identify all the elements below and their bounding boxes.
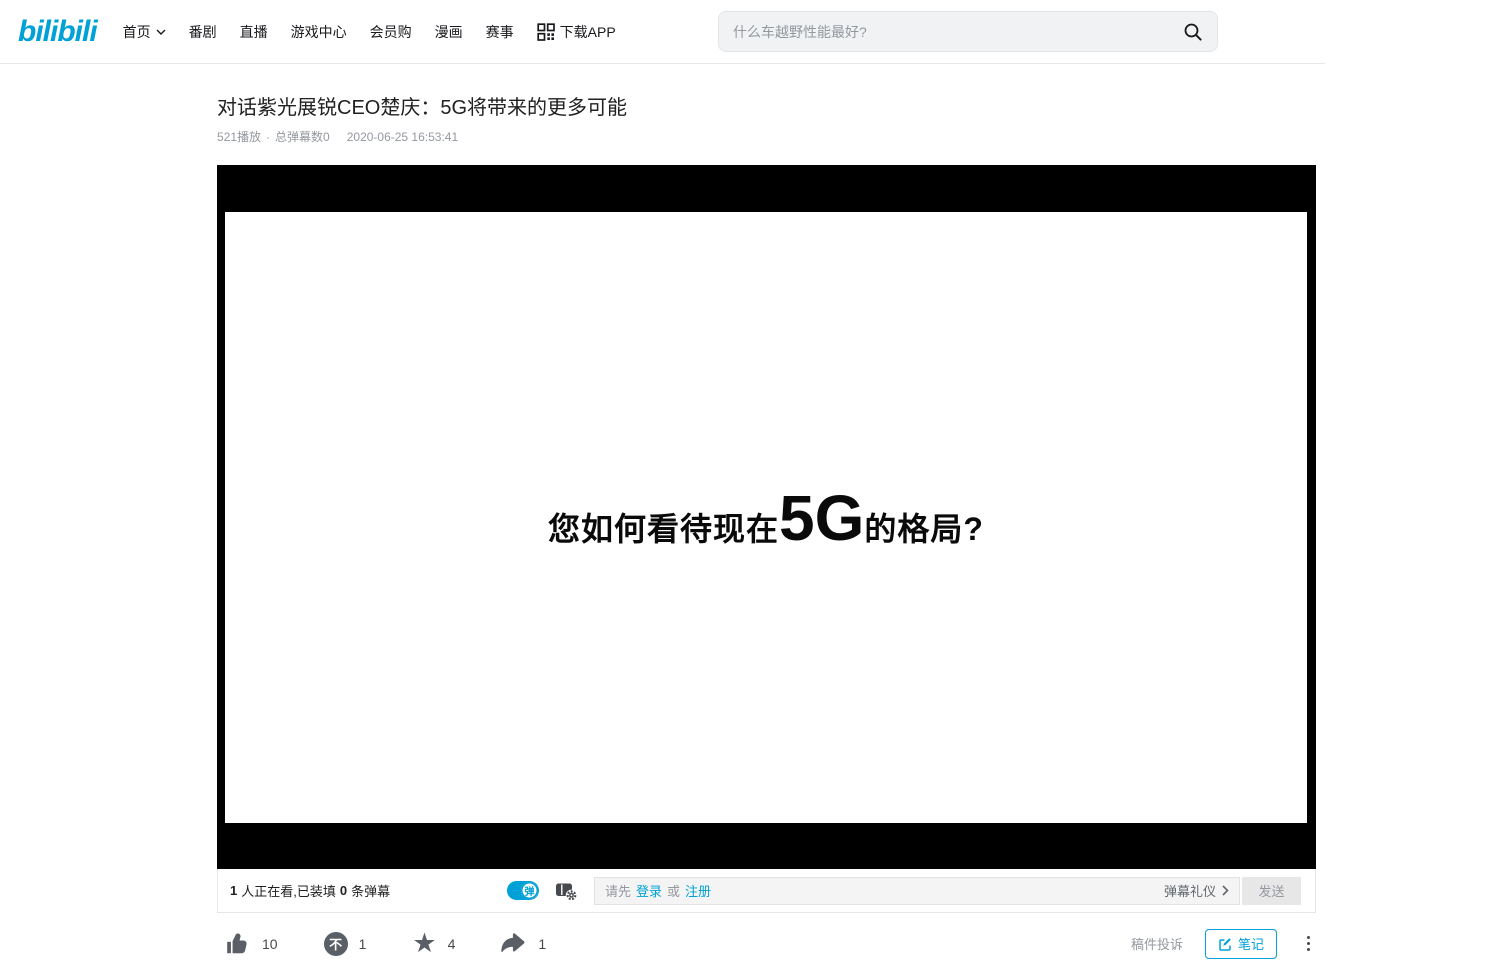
action-bar-right: 稿件投诉 笔记	[1131, 929, 1316, 959]
action-bar: 10 不 1 ★ 4 1 稿件投诉 笔记	[217, 913, 1316, 972]
nav-item-label: 下载APP	[560, 22, 616, 42]
star-icon: ★	[412, 930, 436, 957]
loaded-danmaku-text: 条弹幕	[351, 881, 390, 900]
nav-item-live[interactable]: 直播	[240, 22, 268, 42]
watching-status: 1 人正在看,已装填 0 条弹幕	[230, 881, 507, 900]
nav-item-label: 会员购	[370, 22, 412, 42]
nav-item-download-app[interactable]: 下载APP	[537, 22, 616, 42]
nav-item-manga[interactable]: 漫画	[435, 22, 463, 42]
note-button-label: 笔记	[1238, 934, 1264, 953]
nav-item-label: 首页	[123, 22, 151, 42]
share-count: 1	[538, 936, 546, 952]
nav-item-home[interactable]: 首页	[123, 22, 166, 42]
nav-item-label: 赛事	[486, 22, 514, 42]
search-input[interactable]	[733, 24, 1183, 40]
caption-text: 您如何看待现在	[548, 511, 779, 547]
caption-5g-text: 5G	[779, 482, 864, 554]
coin-icon: 不	[324, 932, 348, 956]
qr-code-icon	[537, 23, 555, 41]
search-icon[interactable]	[1183, 22, 1203, 42]
coin-button[interactable]: 不 1	[324, 932, 367, 956]
login-hint-or: 或	[667, 881, 680, 900]
send-button[interactable]: 发送	[1242, 877, 1301, 905]
login-hint-prefix: 请先	[605, 881, 631, 900]
publish-datetime: 2020-06-25 16:53:41	[347, 130, 458, 144]
chevron-down-icon	[156, 29, 166, 35]
more-menu-icon[interactable]	[1307, 936, 1310, 951]
primary-nav: 首页 番剧 直播 游戏中心 会员购 漫画 赛事	[123, 22, 616, 42]
danmaku-toggle-knob: 弹	[521, 882, 538, 899]
video-meta: 521播放 · 总弹幕数0 2020-06-25 16:53:41	[217, 128, 1316, 145]
top-nav-bar: bilibili 首页 番剧 直播 游戏中心 会员购 漫画 赛事	[0, 0, 1325, 64]
bilibili-logo[interactable]: bilibili	[18, 17, 97, 47]
video-player[interactable]: 您如何看待现在5G的格局?	[217, 165, 1316, 869]
nav-item-label: 游戏中心	[291, 22, 347, 42]
danmaku-toggle[interactable]: 弹	[507, 881, 539, 900]
watching-text: 人正在看,已装填	[241, 881, 336, 900]
report-link[interactable]: 稿件投诉	[1131, 934, 1183, 953]
nav-item-game-center[interactable]: 游戏中心	[291, 22, 347, 42]
login-link[interactable]: 登录	[636, 881, 662, 900]
meta-separator: ·	[266, 130, 270, 144]
note-edit-icon	[1218, 937, 1232, 951]
loaded-danmaku-count: 0	[340, 883, 347, 898]
danmaku-toolbar: 1 人正在看,已装填 0 条弹幕 弹 请先 登录 或 注册	[217, 869, 1316, 913]
video-title: 对话紫光展锐CEO楚庆：5G将带来的更多可能	[217, 94, 1316, 122]
like-button[interactable]: 10	[225, 931, 278, 957]
danmaku-etiquette-label: 弹幕礼仪	[1164, 881, 1216, 900]
favorite-button[interactable]: ★ 4	[412, 930, 455, 957]
chevron-right-icon	[1222, 885, 1229, 896]
nav-item-esports[interactable]: 赛事	[486, 22, 514, 42]
danmaku-input[interactable]: 请先 登录 或 注册 弹幕礼仪	[594, 877, 1240, 905]
thumbs-up-icon	[225, 931, 251, 957]
danmaku-settings-icon[interactable]	[555, 881, 578, 901]
nav-item-bangumi[interactable]: 番剧	[189, 22, 217, 42]
nav-item-label: 漫画	[435, 22, 463, 42]
nav-item-label: 番剧	[189, 22, 217, 42]
coin-count: 1	[359, 936, 367, 952]
video-page-content: 对话紫光展锐CEO楚庆：5G将带来的更多可能 521播放 · 总弹幕数0 202…	[217, 94, 1316, 972]
note-button[interactable]: 笔记	[1205, 929, 1277, 959]
video-frame: 您如何看待现在5G的格局?	[225, 212, 1307, 823]
danmaku-etiquette-link[interactable]: 弹幕礼仪	[1164, 881, 1229, 900]
video-caption: 您如何看待现在5G的格局?	[548, 481, 984, 555]
play-count: 521播放	[217, 128, 261, 145]
share-arrow-icon	[501, 932, 527, 956]
danmaku-total: 总弹幕数0	[275, 128, 330, 145]
register-link[interactable]: 注册	[685, 881, 711, 900]
search-box[interactable]	[718, 11, 1218, 52]
nav-item-vip-shop[interactable]: 会员购	[370, 22, 412, 42]
watching-count: 1	[230, 883, 237, 898]
nav-item-label: 直播	[240, 22, 268, 42]
share-button[interactable]: 1	[501, 932, 546, 956]
favorite-count: 4	[448, 936, 456, 952]
caption-text: 的格局?	[864, 511, 984, 547]
like-count: 10	[262, 936, 278, 952]
